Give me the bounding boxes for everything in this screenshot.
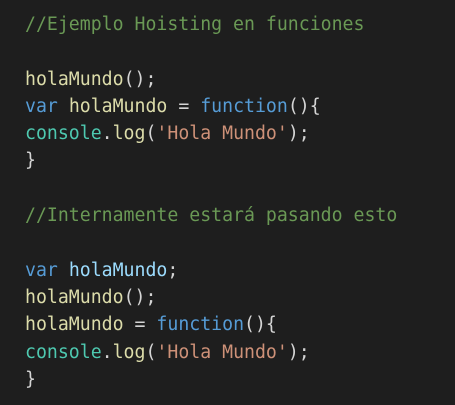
punctuation-token: . [101,123,113,145]
code-line: holaMundo = function(){ [25,311,455,338]
function-name-token: holaMundo [25,68,124,90]
punctuation-token: ; [167,259,179,281]
punctuation-token: (){ [244,314,277,336]
function-name-token: holaMundo [25,314,124,336]
code-line: } [25,147,455,174]
punctuation-token: . [101,341,113,363]
function-name-token: log [112,341,146,363]
identifier-token: holaMundo [68,259,168,281]
function-name-token: log [112,123,146,145]
punctuation-token: ( [145,123,157,145]
punctuation-token: = [167,95,201,117]
keyword-token: var [25,259,58,281]
keyword-token: function [156,314,245,336]
string-token: 'Hola Mundo' [156,123,288,145]
code-line: console.log('Hola Mundo'); [25,339,455,366]
code-line: holaMundo(); [25,66,455,93]
punctuation-token: ( [145,341,157,363]
punctuation-token: ); [287,123,310,145]
code-line: console.log('Hola Mundo'); [25,120,455,147]
comment-token: //Ejemplo Hoisting en funciones [25,14,365,35]
object-token: console [25,123,102,145]
keyword-token: var [25,95,58,117]
function-name-token: holaMundo [25,286,124,308]
string-token: 'Hola Mundo' [156,341,288,363]
punctuation-token: (); [123,68,157,90]
object-token: console [25,341,102,363]
code-line: } [25,366,455,393]
punctuation-token: (){ [287,95,321,117]
punctuation-token: = [123,314,157,336]
code-line: //Ejemplo Hoisting en funciones [25,11,455,38]
function-name-token: holaMundo [68,95,168,117]
code-line: var holaMundo; [25,257,455,284]
punctuation-token: (); [123,286,157,308]
comment-token: //Internamente estará pasando esto [25,205,398,227]
keyword-token: function [200,95,288,117]
punctuation-token: ); [287,341,310,363]
code-line: //Internamente estará pasando esto [25,202,455,229]
punctuation-token: } [25,150,36,172]
punctuation-token: } [25,368,36,390]
code-editor[interactable]: //Ejemplo Hoisting en funciones holaMundo… [0,0,455,405]
code-line: var holaMundo = function(){ [25,93,455,120]
punctuation-token [58,260,69,281]
code-line: holaMundo(); [25,284,455,311]
punctuation-token [58,96,69,117]
